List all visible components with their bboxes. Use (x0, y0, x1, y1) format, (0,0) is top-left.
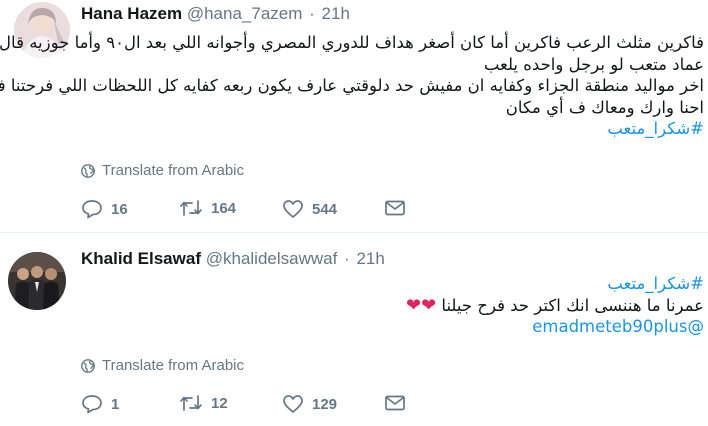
user-handle[interactable]: @hana_7azem (187, 4, 303, 23)
tweet-khalid-elsawaf[interactable]: Khalid Elsawaf @khalidelsawwaf · 21h #شك… (0, 233, 708, 426)
separator-dot: · (344, 249, 350, 268)
tweet-text-line: عماد متعب لو برجل واحده يلعب (483, 54, 704, 74)
tweet-actions: 16 164 544 (81, 199, 411, 223)
retweet-count: 164 (211, 199, 237, 217)
tweet-timestamp[interactable]: 21h (322, 4, 350, 23)
reply-icon (81, 394, 103, 414)
envelope-icon (384, 394, 406, 412)
tweet-timestamp[interactable]: 21h (356, 249, 384, 268)
heart-icon (282, 394, 304, 414)
user-handle[interactable]: @khalidelsawwaf (206, 249, 338, 268)
like-count: 544 (312, 200, 338, 218)
reply-count: 1 (111, 395, 120, 413)
globe-icon (81, 163, 95, 178)
direct-message-button[interactable] (384, 394, 406, 412)
envelope-icon (384, 199, 406, 217)
tweet-text: فاكرين مثلث الرعب فاكرين أما كان أصغر هد… (0, 32, 704, 140)
tweet-text-line: اخر مواليد منطقة الجزاء وكفايه ان مفيش ح… (0, 76, 704, 95)
translate-label[interactable]: Translate from Arabic (102, 357, 244, 374)
globe-icon (81, 358, 95, 373)
avatar[interactable] (8, 252, 66, 310)
tweet-hana-hazem[interactable]: Hana Hazem @hana_7azem · 21h فاكرين مثلث… (0, 0, 708, 232)
tweet-actions: 1 12 129 (81, 394, 411, 418)
like-button[interactable]: 544 (282, 199, 337, 219)
translate-label[interactable]: Translate from Arabic (102, 162, 244, 179)
translate-link[interactable]: Translate from Arabic (81, 357, 244, 374)
tweet-text: #شكرا_متعب عمرنا ما هننسى انك اكتر حد فر… (81, 273, 704, 338)
translate-link[interactable]: Translate from Arabic (81, 162, 244, 179)
like-button[interactable]: 129 (282, 394, 337, 414)
heart-emoji-icon: ❤❤ (406, 294, 437, 316)
reply-button[interactable]: 1 (81, 394, 119, 414)
retweet-button[interactable]: 164 (179, 199, 236, 217)
separator-dot: · (309, 4, 315, 23)
hashtag-link[interactable]: #شكرا_متعب (607, 274, 704, 293)
direct-message-button[interactable] (384, 199, 406, 217)
hashtag-link[interactable]: #شكرا_متعب (607, 119, 704, 138)
retweet-icon (179, 199, 203, 217)
reply-icon (81, 199, 103, 219)
tweet-text-line: احنا وارك ومعاك ف أي مكان (505, 97, 704, 117)
tweet-text-line: عمرنا ما هننسى انك اكتر حد فرح جيلنا (441, 295, 704, 315)
reply-count: 16 (111, 200, 128, 218)
retweet-icon (179, 394, 203, 412)
display-name[interactable]: Hana Hazem (81, 4, 182, 23)
tweet-text-line: فاكرين مثلث الرعب فاكرين أما كان أصغر هد… (0, 33, 704, 52)
reply-button[interactable]: 16 (81, 199, 128, 219)
like-count: 129 (312, 395, 338, 413)
heart-icon (282, 199, 304, 219)
mention-link[interactable]: @emadmeteb90plus (532, 317, 704, 336)
display-name[interactable]: Khalid Elsawaf (81, 249, 201, 268)
retweet-button[interactable]: 12 (179, 394, 228, 412)
retweet-count: 12 (211, 394, 228, 412)
